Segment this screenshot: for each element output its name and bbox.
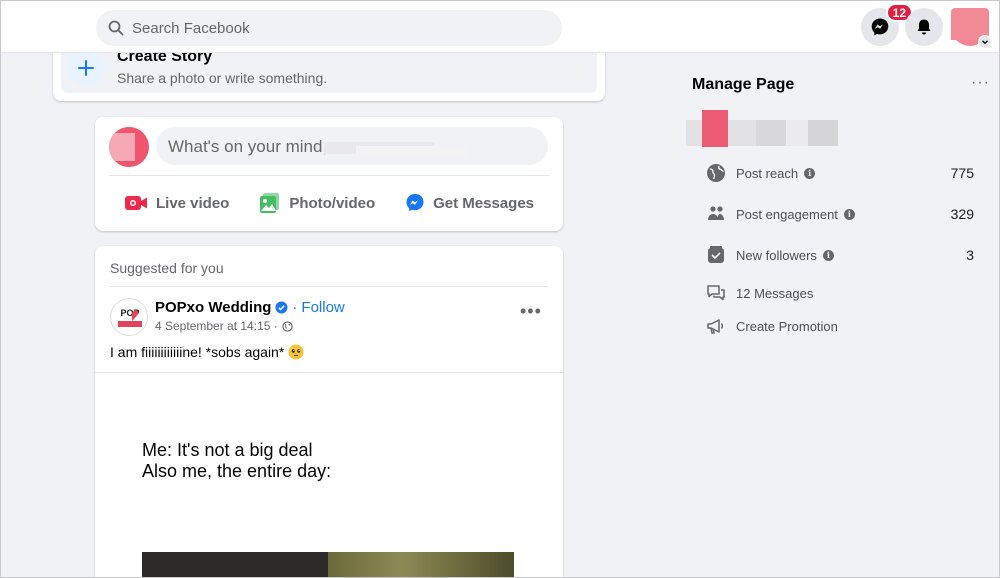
suggested-label: Suggested for you: [110, 260, 224, 276]
divider: [109, 175, 549, 176]
manage-page-more-icon[interactable]: ···: [971, 74, 990, 92]
meme-line-1: Me: It's not a big deal: [142, 440, 313, 460]
get-messages-button[interactable]: Get Messages: [405, 193, 534, 213]
stat-post-reach-label: Post reach: [736, 165, 799, 181]
name-blur-2: [356, 146, 466, 158]
post-more-options-icon[interactable]: •••: [520, 302, 541, 324]
messenger-icon: [871, 18, 889, 36]
verified-icon: [275, 301, 288, 314]
create-promotion-label: Create Promotion: [736, 318, 838, 334]
page-logo[interactable]: POP: [110, 298, 148, 336]
chat-bubble-icon: [706, 283, 726, 303]
author-name[interactable]: POPxo Wedding: [155, 299, 271, 316]
stat-post-engagement-value: 329: [950, 206, 974, 222]
people-icon: [706, 204, 726, 224]
follow-link[interactable]: Follow: [301, 299, 344, 316]
post-composer: What's on your mind, Live video Photo/vi…: [95, 117, 563, 231]
info-icon[interactable]: i: [804, 167, 816, 179]
blur-block: [786, 120, 808, 146]
live-video-label: Live video: [155, 194, 230, 212]
separator-dot: ·: [292, 299, 298, 316]
search-icon: [108, 20, 124, 36]
search-input[interactable]: [132, 19, 532, 37]
stat-label: New followers i: [736, 248, 834, 263]
stat-new-followers[interactable]: New followers i 3: [706, 244, 974, 266]
blur-block: [702, 110, 728, 147]
notifications-button[interactable]: [905, 8, 943, 46]
info-icon[interactable]: i: [843, 208, 855, 220]
stat-new-followers-value: 3: [966, 247, 974, 263]
meme-line-2: Also me, the entire day:: [142, 461, 332, 481]
crying-face-icon: [288, 344, 304, 360]
account-avatar[interactable]: [951, 8, 992, 49]
divider: [110, 286, 548, 287]
stat-post-reach[interactable]: Post reach i 775: [706, 162, 974, 184]
post-timestamp[interactable]: 4 September at 14:15 ·: [155, 319, 278, 333]
whats-on-your-mind-input[interactable]: What's on your mind,: [156, 127, 548, 165]
get-messages-label: Get Messages: [433, 194, 535, 212]
live-video-button[interactable]: Live video: [124, 194, 229, 212]
photo-video-button[interactable]: Photo/video: [259, 192, 375, 214]
chevron-down-icon[interactable]: [978, 35, 992, 49]
bell-icon: [917, 19, 931, 35]
messenger-button[interactable]: 12: [861, 3, 913, 46]
post-body: I am fiiiiiiiiiiiine! *sobs again*: [110, 344, 285, 360]
manage-page-title: Manage Page: [692, 76, 795, 93]
meme-image-right: [328, 552, 514, 578]
stat-post-engagement[interactable]: Post engagement i 329: [706, 203, 974, 225]
composer-prompt: What's on your mind,: [168, 137, 328, 156]
divider: [95, 372, 563, 373]
suggested-post-card: Suggested for you POP POPxo Wedding · Fo…: [95, 246, 563, 578]
globe-icon: [706, 163, 726, 183]
meme-image-left: [142, 552, 328, 578]
followers-icon: [706, 245, 726, 265]
blur-block: [756, 120, 786, 146]
photo-video-icon: [260, 193, 280, 213]
live-video-icon: [124, 196, 147, 210]
create-story-subtitle: Share a photo or write something.: [117, 70, 328, 86]
page-name-blurred[interactable]: [686, 110, 838, 147]
top-bar: 12: [0, 0, 1000, 53]
stat-label: Post engagement i: [736, 207, 855, 222]
post-meta: 4 September at 14:15 ·: [155, 319, 293, 333]
search-box[interactable]: [96, 10, 562, 46]
stat-post-reach-value: 775: [950, 165, 974, 181]
create-promotion-link[interactable]: Create Promotion: [706, 315, 974, 337]
stat-label: Post reach i: [736, 165, 816, 181]
avatar-blur: [109, 133, 135, 161]
post-text: I am fiiiiiiiiiiiine! *sobs again*: [110, 344, 304, 360]
stat-new-followers-label: New followers: [736, 247, 817, 263]
meme-image[interactable]: [142, 552, 514, 578]
messages-label: 12 Messages: [736, 285, 814, 301]
post-author[interactable]: POPxo Wedding · Follow: [155, 299, 345, 316]
messages-link[interactable]: 12 Messages: [706, 282, 974, 304]
stat-post-engagement-label: Post engagement: [736, 206, 838, 222]
photo-video-label: Photo/video: [289, 194, 376, 212]
megaphone-icon: [706, 316, 726, 336]
messenger-icon: [406, 194, 424, 212]
plus-icon[interactable]: [68, 50, 104, 86]
globe-icon: [282, 320, 293, 332]
composer-actions: Live video Photo/video Get Messages: [109, 187, 549, 219]
blur-block: [808, 120, 838, 146]
meme-caption: Me: It's not a big deal Also me, the ent…: [142, 440, 331, 482]
user-avatar[interactable]: [109, 127, 149, 167]
info-icon[interactable]: i: [822, 249, 834, 261]
